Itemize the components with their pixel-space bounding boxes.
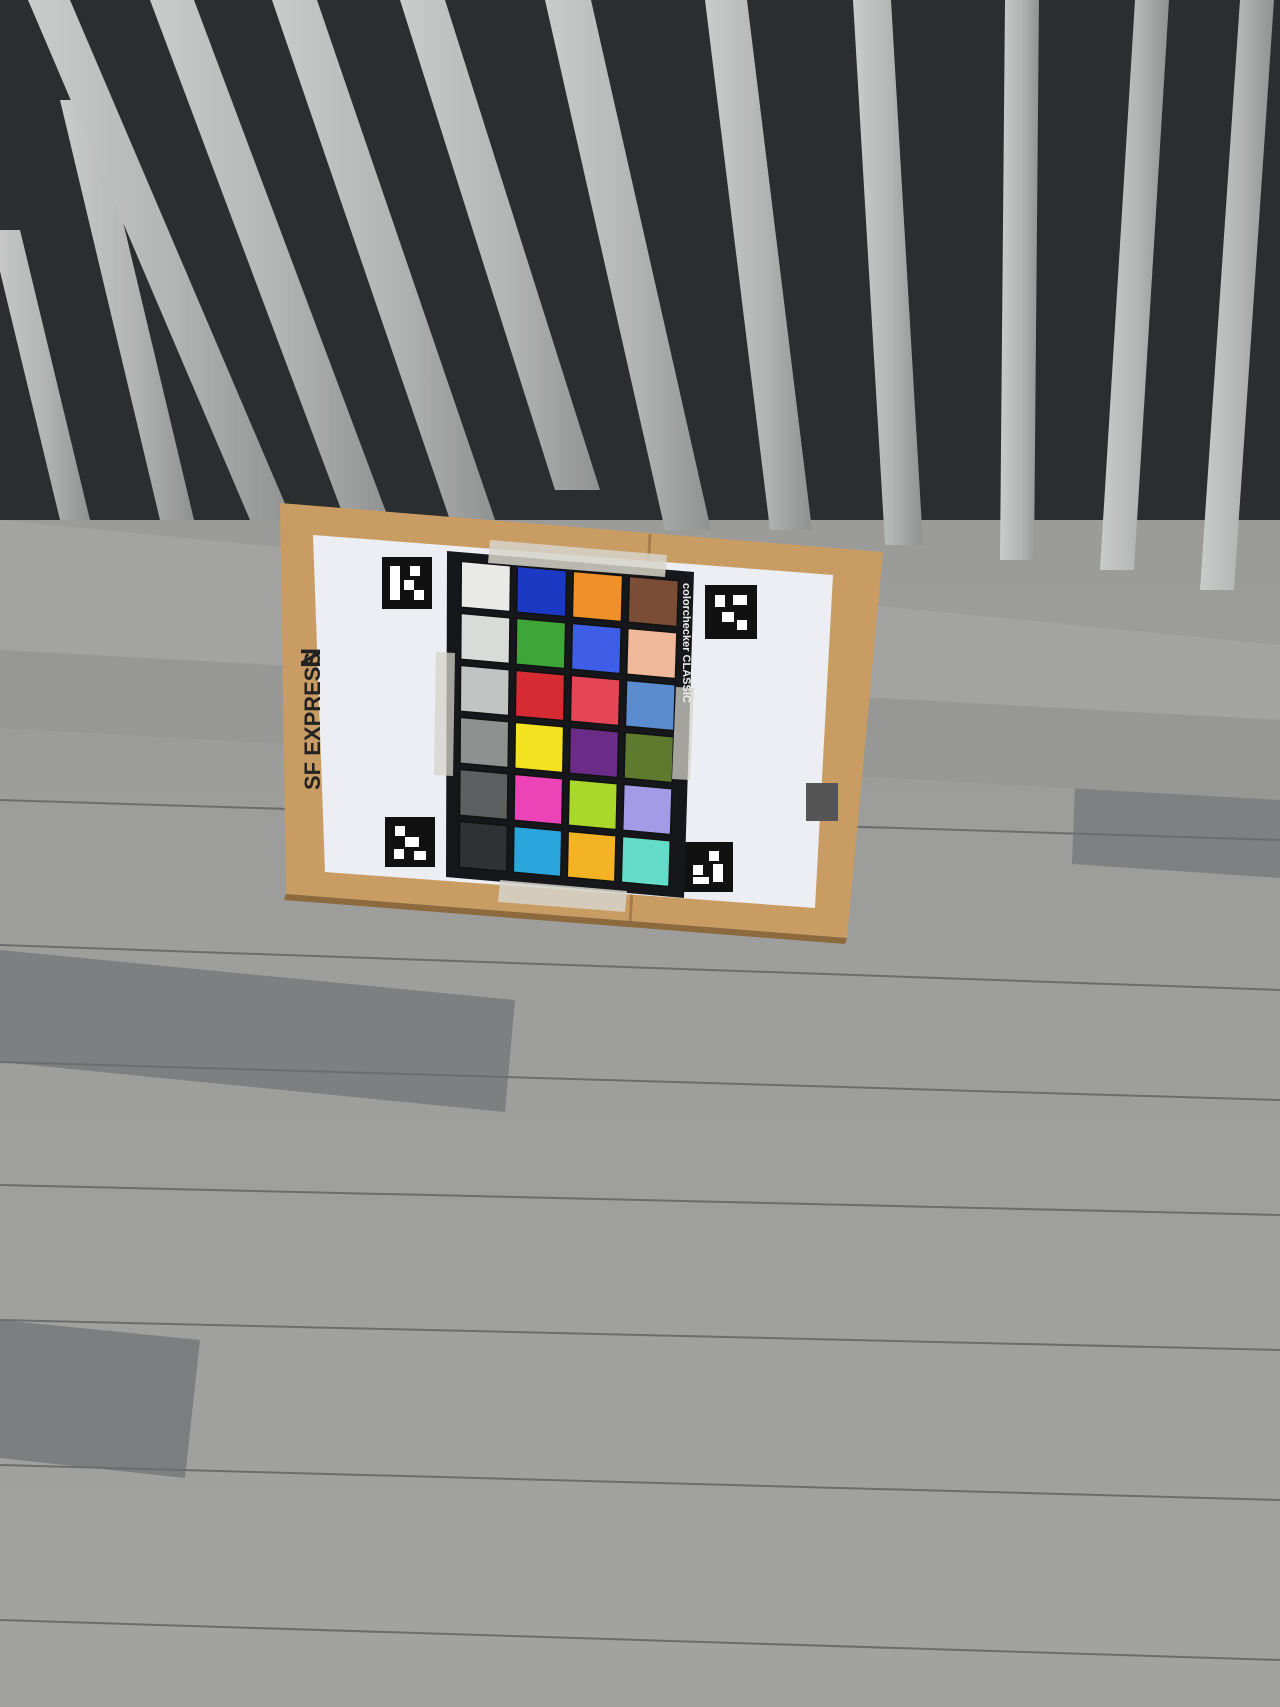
- railing-slat: [1000, 0, 1039, 560]
- color-patch: [571, 570, 624, 623]
- color-patch: [515, 565, 568, 618]
- qr-code: [806, 783, 838, 821]
- color-patch: [621, 783, 673, 836]
- color-patch: [627, 575, 680, 628]
- color-patch: [458, 820, 509, 873]
- fiducial-marker-bottom-right: [683, 842, 733, 892]
- color-patch: [459, 664, 511, 717]
- color-patch: [515, 617, 567, 670]
- fiducial-marker-top-left: [382, 557, 432, 609]
- color-patch: [567, 778, 619, 831]
- dark-paving-stone: [1072, 785, 1280, 878]
- color-patch: [513, 773, 564, 826]
- color-patch: [623, 731, 675, 784]
- color-patch: [620, 835, 672, 888]
- color-patch: [458, 768, 509, 821]
- color-patch: [514, 669, 566, 722]
- color-patch: [566, 830, 617, 883]
- color-patch: [459, 716, 510, 769]
- box-mark-print: N: [295, 648, 326, 668]
- fiducial-marker-bottom-left: [385, 817, 435, 867]
- chart-brand-print: colorchecker CLASSIC: [680, 583, 692, 703]
- color-patch: [512, 825, 563, 878]
- tape-strip: [434, 652, 455, 776]
- color-patch: [569, 674, 621, 727]
- color-patch: [513, 721, 565, 774]
- photo-canvas: SF EXPRESS N colorchecker CLASSIC: [0, 0, 1280, 1707]
- color-patch: [460, 560, 512, 613]
- color-patch: [570, 622, 622, 675]
- color-patch: [568, 726, 620, 779]
- photo-scene: SF EXPRESS N colorchecker CLASSIC: [0, 0, 1280, 1707]
- color-patch: [459, 612, 511, 665]
- color-patch: [625, 627, 678, 680]
- dark-paving-stone: [0, 1320, 200, 1478]
- sf-express-print: SF EXPRESS: [300, 652, 325, 790]
- color-patch: [624, 679, 676, 732]
- fiducial-marker-top-right: [705, 585, 757, 639]
